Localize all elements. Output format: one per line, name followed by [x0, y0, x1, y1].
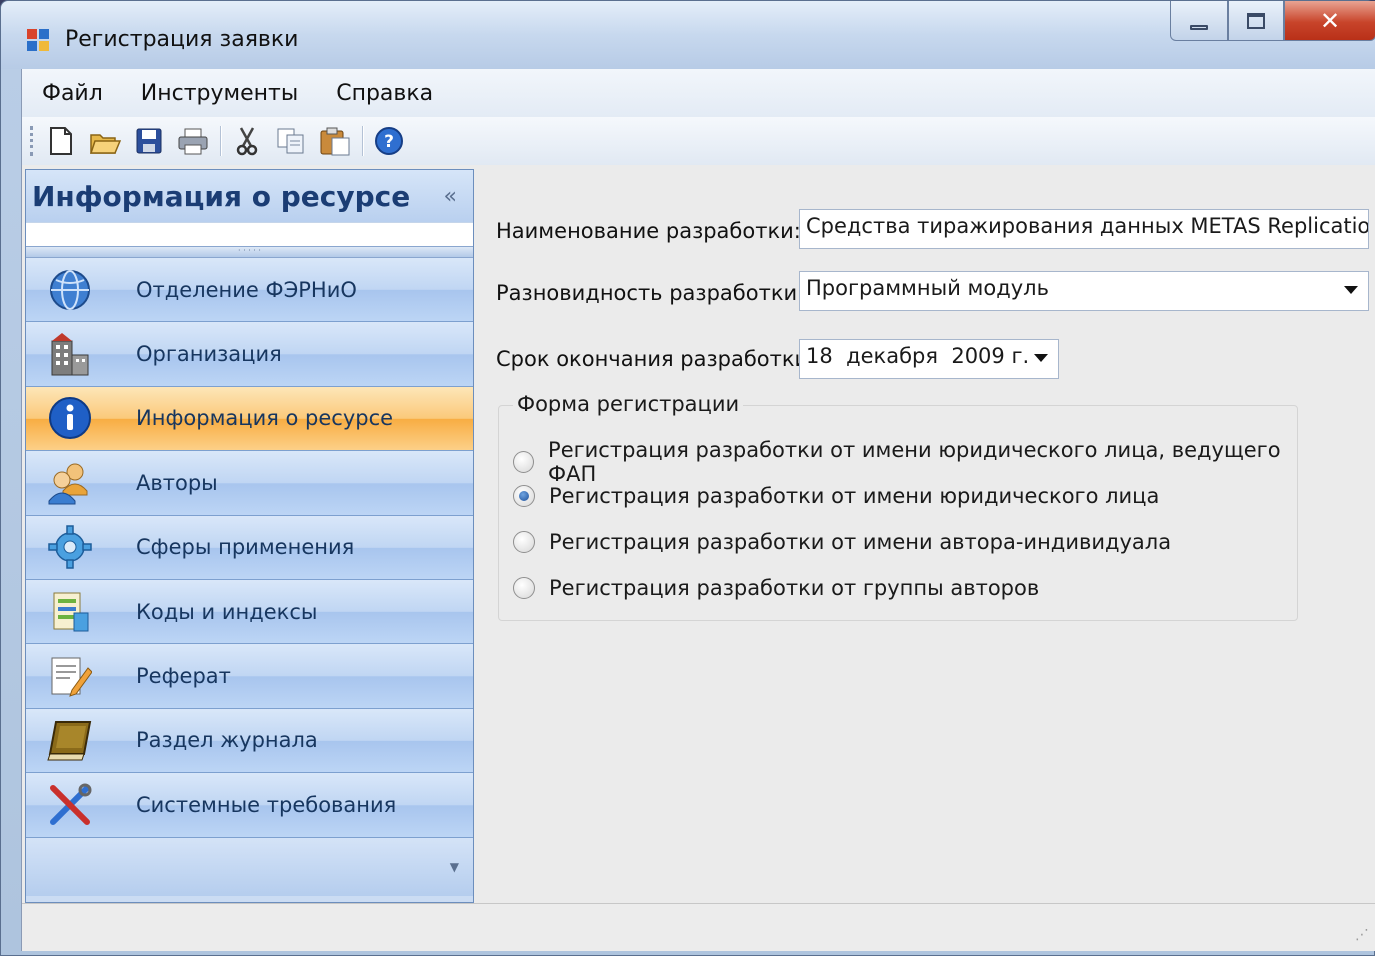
copy-icon — [277, 128, 304, 154]
maximize-button[interactable] — [1228, 1, 1284, 41]
status-bar: ⋰ — [22, 903, 1375, 951]
minimize-icon — [1190, 25, 1208, 30]
radio-button[interactable] — [513, 531, 535, 553]
radio-label: Регистрация разработки от группы авторов — [549, 576, 1040, 600]
kind-combobox-value: Программный модуль — [806, 276, 1049, 300]
nav-footer: ▼ — [26, 837, 473, 896]
nav-item-label: Организация — [136, 342, 282, 367]
nav-content-area — [26, 222, 473, 246]
deadline-value: 18 декабря 2009 г. — [806, 344, 1030, 368]
nav-item-label: Раздел журнала — [136, 728, 318, 753]
radio-button[interactable] — [513, 577, 535, 599]
menu-bar: Файл Инструменты Справка — [22, 69, 1375, 117]
toolbar-grip[interactable] — [30, 126, 34, 156]
paste-icon — [320, 127, 350, 156]
nav-item-label: Коды и индексы — [136, 599, 318, 624]
radio-option-legal-entity-fap[interactable]: Регистрация разработки от имени юридичес… — [513, 438, 1297, 486]
maximize-icon — [1247, 12, 1265, 29]
paste-button[interactable] — [318, 124, 352, 158]
nav-item-organization[interactable]: Организация — [26, 322, 473, 387]
menu-help[interactable]: Справка — [336, 81, 433, 106]
globe-icon — [46, 266, 94, 314]
toolbar-separator — [362, 126, 364, 156]
close-button[interactable]: ✕ — [1284, 1, 1375, 41]
print-icon — [178, 128, 208, 155]
radio-option-individual-author[interactable]: Регистрация разработки от имени автора-и… — [513, 530, 1171, 554]
cut-button[interactable] — [230, 124, 264, 158]
form-panel: Наименование разработки: Средства тиражи… — [474, 169, 1375, 903]
save-icon — [136, 128, 162, 154]
cut-icon — [236, 127, 258, 156]
radio-option-author-group[interactable]: Регистрация разработки от группы авторов — [513, 576, 1039, 600]
deadline-label: Срок окончания разработки: — [496, 347, 816, 371]
navigation-pane: Информация о ресурсе « · · · · · Отделен… — [25, 169, 474, 903]
deadline-datepicker[interactable]: 18 декабря 2009 г. — [799, 339, 1059, 379]
nav-item-authors[interactable]: Авторы — [26, 451, 473, 516]
nav-item-department[interactable]: Отделение ФЭРНиО — [26, 258, 473, 323]
index-icon — [46, 588, 94, 636]
name-input-value: Средства тиражирования данных METAS Repl… — [806, 214, 1369, 238]
group-title: Форма регистрации — [513, 392, 744, 416]
tools-icon — [46, 781, 94, 829]
nav-item-journal-section[interactable]: Раздел журнала — [26, 708, 473, 774]
application-window: Регистрация заявки ✕ Файл Инструменты Сп… — [0, 0, 1375, 956]
chevron-down-icon[interactable] — [1034, 354, 1048, 362]
radio-button[interactable] — [513, 451, 535, 473]
radio-option-legal-entity[interactable]: Регистрация разработки от имени юридичес… — [513, 484, 1159, 508]
nav-item-label: Отделение ФЭРНиО — [136, 277, 357, 302]
new-button[interactable] — [44, 124, 78, 158]
close-icon: ✕ — [1319, 6, 1341, 35]
help-icon: ? — [375, 127, 403, 155]
nav-item-label: Реферат — [136, 664, 231, 689]
nav-item-application-areas[interactable]: Сферы применения — [26, 515, 473, 580]
info-icon — [46, 394, 94, 442]
nav-item-codes-indexes[interactable]: Коды и индексы — [26, 579, 473, 645]
minimize-button[interactable] — [1170, 1, 1228, 41]
nav-item-label: Авторы — [136, 470, 218, 495]
collapse-icon[interactable]: « — [444, 184, 457, 209]
chevron-down-icon[interactable]: ▼ — [450, 860, 459, 874]
nav-item-label: Информация о ресурсе — [136, 406, 394, 431]
registration-form-group: Форма регистрации Регистрация разработки… — [498, 392, 1298, 621]
help-button[interactable]: ? — [372, 124, 406, 158]
name-input[interactable]: Средства тиражирования данных METAS Repl… — [799, 209, 1369, 249]
nav-header: Информация о ресурсе « — [26, 170, 473, 222]
radio-button[interactable] — [513, 485, 535, 507]
kind-label: Разновидность разработки: — [496, 281, 805, 305]
nav-item-label: Системные требования — [136, 792, 397, 817]
name-label: Наименование разработки: — [496, 219, 801, 243]
menu-file[interactable]: Файл — [42, 81, 103, 106]
nav-item-resource-info[interactable]: Информация о ресурсе — [26, 386, 473, 452]
save-button[interactable] — [132, 124, 166, 158]
nav-item-label: Сферы применения — [136, 535, 355, 560]
radio-label: Регистрация разработки от имени юридичес… — [548, 438, 1281, 486]
book-icon — [46, 716, 94, 764]
nav-item-system-requirements[interactable]: Системные требования — [26, 773, 473, 838]
document-edit-icon — [46, 652, 94, 700]
nav-splitter[interactable]: · · · · · — [26, 246, 473, 258]
menu-tools[interactable]: Инструменты — [141, 81, 298, 106]
nav-header-title: Информация о ресурсе — [32, 179, 411, 213]
toolbar-separator — [220, 126, 222, 156]
resize-grip-icon[interactable]: ⋰ — [1355, 927, 1369, 943]
title-bar[interactable]: Регистрация заявки ✕ — [1, 1, 1375, 69]
window-title: Регистрация заявки — [65, 27, 299, 52]
open-icon — [89, 134, 121, 154]
new-icon — [50, 127, 72, 155]
nav-item-abstract[interactable]: Реферат — [26, 644, 473, 709]
radio-label: Регистрация разработки от имени юридичес… — [549, 484, 1160, 508]
client-area: Файл Инструменты Справка ? Информация о … — [21, 69, 1375, 951]
users-icon — [46, 459, 94, 507]
radio-label: Регистрация разработки от имени автора-и… — [549, 530, 1172, 554]
copy-button[interactable] — [274, 124, 308, 158]
open-button[interactable] — [88, 124, 122, 158]
chevron-down-icon[interactable] — [1344, 286, 1358, 294]
svg-text:?: ? — [384, 132, 394, 152]
gear-icon — [46, 523, 94, 571]
print-button[interactable] — [176, 124, 210, 158]
kind-combobox[interactable]: Программный модуль — [799, 271, 1369, 311]
app-icon — [27, 29, 51, 51]
building-icon — [46, 330, 94, 378]
toolbar: ? — [22, 117, 1375, 165]
